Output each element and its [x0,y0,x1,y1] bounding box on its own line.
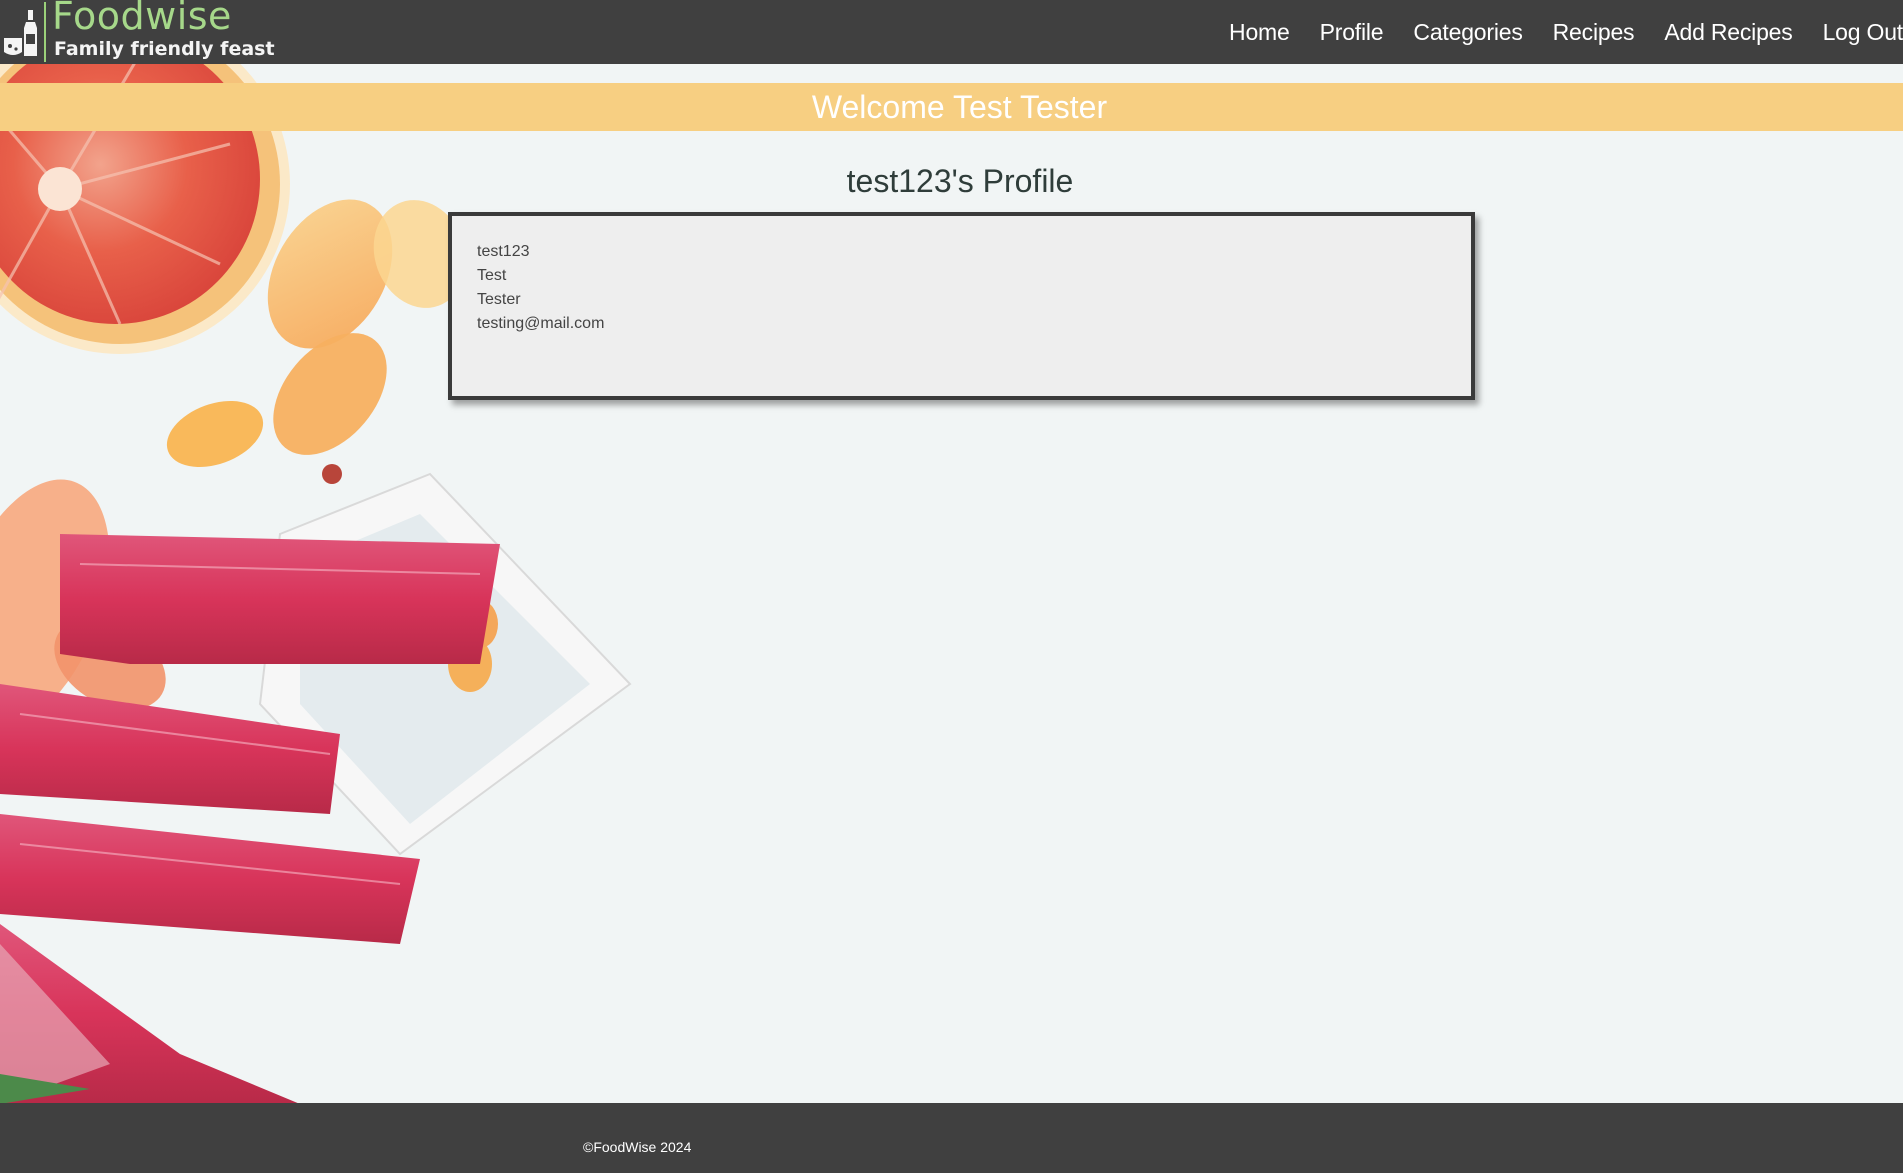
profile-email: testing@mail.com [477,315,605,332]
nav-link-recipes[interactable]: Recipes [1553,19,1635,46]
page-footer: ©FoodWise 2024 [0,1103,1903,1173]
logo-title: Foodwise [52,0,232,38]
profile-card: test123 Test Tester testing@mail.com [448,212,1475,400]
profile-first-name: Test [477,267,507,284]
top-navigation-bar: Foodwise Family friendly feast Home Prof… [0,0,1903,64]
nav-link-add-recipes[interactable]: Add Recipes [1664,19,1792,46]
nav-link-log-out[interactable]: Log Out [1823,19,1903,46]
nav-link-profile[interactable]: Profile [1320,19,1384,46]
profile-last-name: Tester [477,291,521,308]
wine-and-cheese-icon [4,10,37,56]
welcome-text: Welcome Test Tester [811,89,1108,125]
footer-copyright: ©FoodWise 2024 [583,1139,692,1155]
profile-heading: test123's Profile [846,163,1074,199]
logo-divider [44,2,46,62]
profile-username: test123 [477,243,530,260]
welcome-banner: Welcome Test Tester [0,83,1903,131]
logo-tagline: Family friendly feast [54,38,275,60]
nav-link-categories[interactable]: Categories [1413,19,1522,46]
main-nav: Home Profile Categories Recipes Add Reci… [1199,0,1903,64]
nav-link-home[interactable]: Home [1229,19,1290,46]
site-logo[interactable]: Foodwise Family friendly feast [0,0,275,64]
